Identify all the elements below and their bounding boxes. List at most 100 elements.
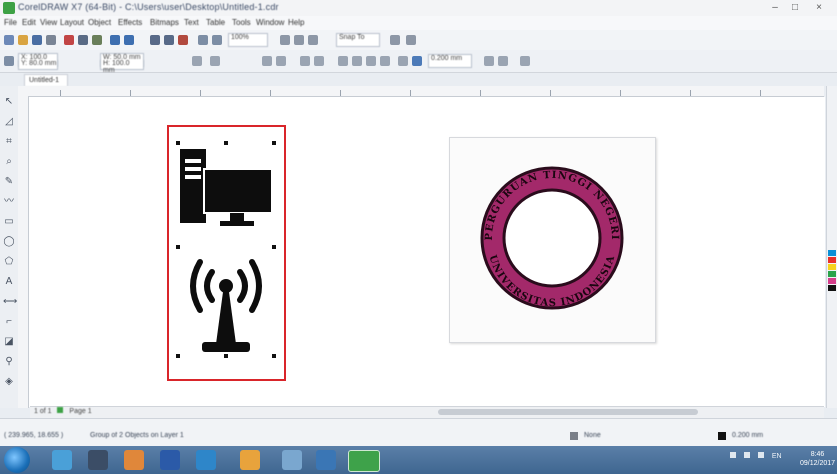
taskbar-media-icon[interactable] <box>88 450 108 470</box>
selection-handle[interactable] <box>224 354 228 358</box>
import-icon[interactable] <box>150 35 160 45</box>
page-tab[interactable]: Page 1 <box>69 408 91 415</box>
y-position-field[interactable]: Y: 80.0 mm <box>18 60 58 70</box>
wireless-antenna-icon[interactable] <box>176 252 276 362</box>
palette-swatch-yellow[interactable] <box>828 264 836 270</box>
taskbar-folder-icon[interactable] <box>240 450 260 470</box>
taskbar-chrome-icon[interactable] <box>196 450 216 470</box>
app-launcher-icon[interactable] <box>212 35 222 45</box>
menu-table[interactable]: Table <box>206 18 225 27</box>
menu-text[interactable]: Text <box>184 18 199 27</box>
selection-handle[interactable] <box>272 354 276 358</box>
computer-monitor-icon[interactable] <box>176 145 276 235</box>
menu-object[interactable]: Object <box>88 18 111 27</box>
clock[interactable]: 8:46 09/12/2017 <box>800 450 835 468</box>
selection-handle[interactable] <box>176 141 180 145</box>
show-rulers-icon[interactable] <box>294 35 304 45</box>
new-document-icon[interactable] <box>4 35 14 45</box>
undo-icon[interactable] <box>110 35 120 45</box>
mirror-vertical-icon[interactable] <box>276 56 286 66</box>
maximize-button[interactable]: □ <box>786 1 804 14</box>
scrollbar-thumb[interactable] <box>438 409 698 415</box>
welcome-screen-icon[interactable] <box>198 35 208 45</box>
artistic-media-tool-icon[interactable]: 〰 <box>3 196 15 208</box>
pick-tool-icon[interactable]: ↖ <box>3 96 15 108</box>
palette-swatch-green[interactable] <box>828 271 836 277</box>
selection-handle[interactable] <box>272 245 276 249</box>
text-tool-icon[interactable]: A <box>3 276 15 288</box>
ungroup-icon[interactable] <box>314 56 324 66</box>
polygon-tool-icon[interactable]: ⬠ <box>3 256 15 268</box>
menu-effects[interactable]: Effects <box>118 18 142 27</box>
parallel-dimension-tool-icon[interactable]: ⟷ <box>3 296 17 308</box>
interactive-fill-tool-icon[interactable]: ◈ <box>3 376 15 388</box>
page-navigator[interactable]: 1 of 1 Page 1 <box>34 406 92 418</box>
full-screen-icon[interactable] <box>280 35 290 45</box>
export-icon[interactable] <box>164 35 174 45</box>
height-field[interactable]: H: 100.0 mm <box>100 60 144 74</box>
rotation-icon[interactable] <box>210 56 220 66</box>
palette-swatch-red[interactable] <box>828 257 836 263</box>
object-origin-icon[interactable] <box>4 56 14 66</box>
simplify-icon[interactable] <box>380 56 390 66</box>
selection-handle[interactable] <box>272 141 276 145</box>
to-front-icon[interactable] <box>484 56 494 66</box>
app-icon[interactable] <box>3 2 15 14</box>
start-button[interactable] <box>4 447 30 473</box>
print-icon[interactable] <box>46 35 56 45</box>
palette-swatch-black[interactable] <box>828 285 836 291</box>
vertical-ruler[interactable] <box>18 96 29 408</box>
eyedropper-tool-icon[interactable]: ⚲ <box>3 356 15 368</box>
selection-handle[interactable] <box>176 354 180 358</box>
taskbar-network-icon[interactable] <box>282 450 302 470</box>
rectangle-tool-icon[interactable]: ▭ <box>3 216 15 228</box>
menu-view[interactable]: View <box>40 18 57 27</box>
palette-swatch-magenta[interactable] <box>828 278 836 284</box>
open-folder-icon[interactable] <box>18 35 28 45</box>
minimize-button[interactable]: – <box>766 1 784 14</box>
menu-window[interactable]: Window <box>256 18 284 27</box>
mirror-horizontal-icon[interactable] <box>262 56 272 66</box>
close-button[interactable]: × <box>810 1 828 14</box>
freehand-tool-icon[interactable]: ✎ <box>3 176 15 188</box>
lock-ratio-icon[interactable] <box>192 56 202 66</box>
zoom-tool-icon[interactable]: ⌕ <box>3 156 15 168</box>
taskbar-firefox-icon[interactable] <box>124 450 144 470</box>
align-icon[interactable] <box>398 56 408 66</box>
fill-indicator-icon[interactable] <box>570 432 578 440</box>
tray-flag-icon[interactable] <box>730 452 736 458</box>
group-icon[interactable] <box>300 56 310 66</box>
menu-edit[interactable]: Edit <box>22 18 36 27</box>
menu-layout[interactable]: Layout <box>60 18 84 27</box>
palette-swatch-blue[interactable] <box>828 250 836 256</box>
taskbar-coreldraw-icon[interactable] <box>348 450 380 472</box>
tray-network-icon[interactable] <box>743 452 750 458</box>
options-icon[interactable] <box>390 35 400 45</box>
launcher-icon[interactable] <box>406 35 416 45</box>
outline-indicator-icon[interactable] <box>718 432 726 440</box>
menu-file[interactable]: File <box>4 18 17 27</box>
cut-icon[interactable] <box>64 35 74 45</box>
shape-tool-icon[interactable]: ◿ <box>3 116 15 128</box>
copy-icon[interactable] <box>78 35 88 45</box>
connector-tool-icon[interactable]: ⌐ <box>3 316 15 328</box>
horizontal-ruler[interactable] <box>18 86 824 97</box>
selection-handle[interactable] <box>224 141 228 145</box>
paste-icon[interactable] <box>92 35 102 45</box>
taskbar-explorer-icon[interactable] <box>52 450 72 470</box>
save-icon[interactable] <box>32 35 42 45</box>
menu-tools[interactable]: Tools <box>232 18 251 27</box>
tray-volume-icon[interactable] <box>757 452 764 458</box>
show-grid-icon[interactable] <box>308 35 318 45</box>
drop-shadow-tool-icon[interactable]: ◪ <box>3 336 15 348</box>
menu-help[interactable]: Help <box>288 18 304 27</box>
intersect-icon[interactable] <box>366 56 376 66</box>
trim-icon[interactable] <box>352 56 362 66</box>
crop-tool-icon[interactable]: ⌗ <box>3 136 15 148</box>
wrap-text-icon[interactable] <box>412 56 422 66</box>
quick-customize-icon[interactable] <box>520 56 530 66</box>
redo-icon[interactable] <box>124 35 134 45</box>
document-tab[interactable]: Untitled-1 <box>24 74 68 86</box>
tray-language[interactable]: EN <box>772 453 782 460</box>
add-page-icon[interactable] <box>57 407 64 413</box>
